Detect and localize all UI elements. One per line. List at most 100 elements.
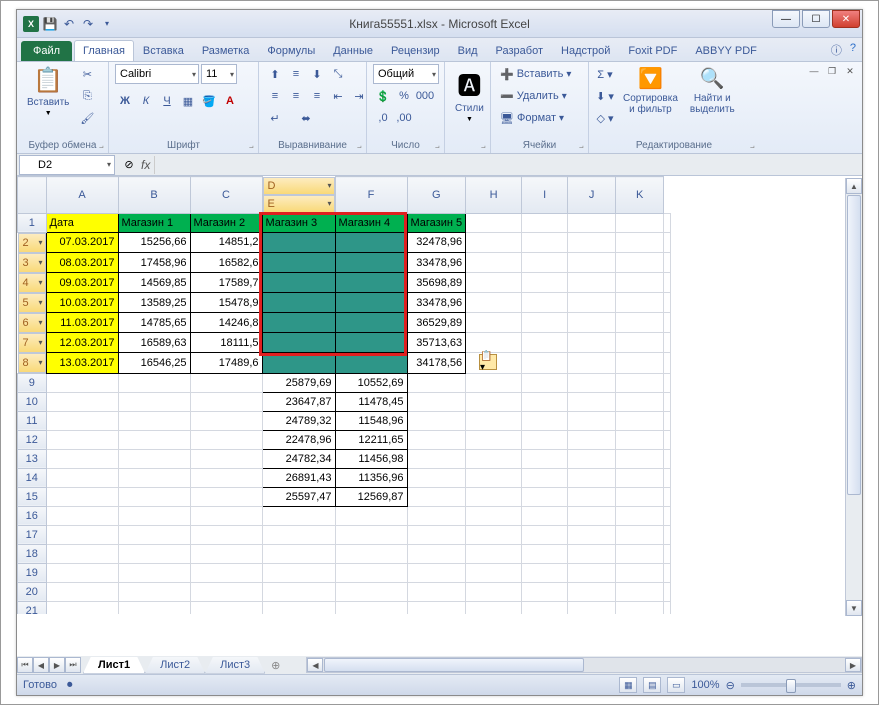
orientation-icon[interactable]: ⤡ bbox=[328, 64, 348, 84]
cell-G6[interactable] bbox=[466, 313, 522, 333]
cell-A7[interactable]: 12.03.2017 bbox=[46, 333, 118, 353]
help-icon[interactable]: ? bbox=[850, 42, 856, 58]
cell-A5[interactable]: 10.03.2017 bbox=[46, 293, 118, 313]
cell-I13[interactable] bbox=[568, 449, 616, 468]
ribbon-tab-8[interactable]: Надстрой bbox=[552, 40, 619, 61]
formula-input[interactable] bbox=[154, 156, 161, 174]
select-all-corner[interactable] bbox=[18, 177, 47, 214]
cell-A2[interactable]: 07.03.2017 bbox=[46, 232, 118, 253]
sheet-nav-first-icon[interactable]: ⏮ bbox=[17, 657, 33, 673]
fx-icon[interactable]: fx bbox=[141, 158, 150, 172]
row-header-15[interactable]: 15 bbox=[18, 487, 47, 506]
cell-B2[interactable]: 15256,66 bbox=[118, 232, 190, 253]
cell-D13[interactable]: 24782,34 bbox=[262, 449, 335, 468]
cell-D4[interactable] bbox=[262, 273, 335, 293]
row-header-21[interactable]: 21 bbox=[18, 601, 47, 614]
cell-E9[interactable]: 10552,69 bbox=[335, 373, 407, 392]
cell-I15[interactable] bbox=[568, 487, 616, 506]
cell-D5[interactable] bbox=[262, 293, 335, 313]
cell-K11[interactable] bbox=[664, 411, 671, 430]
cell-F6[interactable]: 36529,89 bbox=[407, 313, 466, 333]
cell-D21[interactable] bbox=[262, 601, 335, 614]
cell-K17[interactable] bbox=[664, 525, 671, 544]
cell-I17[interactable] bbox=[568, 525, 616, 544]
cell-F20[interactable] bbox=[407, 582, 466, 601]
cell-A14[interactable] bbox=[46, 468, 118, 487]
align-left-icon[interactable]: ≡ bbox=[265, 86, 285, 106]
cell-E11[interactable]: 11548,96 bbox=[335, 411, 407, 430]
row-header-8[interactable]: 8 bbox=[18, 353, 46, 373]
row-header-4[interactable]: 4 bbox=[18, 273, 46, 293]
sheet-nav-prev-icon[interactable]: ◀ bbox=[33, 657, 49, 673]
minimize-button[interactable]: — bbox=[772, 10, 800, 28]
ribbon-tab-9[interactable]: Foxit PDF bbox=[619, 40, 686, 61]
sheet-tab-0[interactable]: Лист1 bbox=[83, 657, 145, 674]
cell-F3[interactable]: 33478,96 bbox=[407, 253, 466, 273]
cell-C17[interactable] bbox=[190, 525, 262, 544]
format-cells-button[interactable]: 🖥Формат ▾ bbox=[497, 108, 582, 128]
cell-G2[interactable] bbox=[466, 232, 522, 253]
cell-G3[interactable] bbox=[466, 253, 522, 273]
cell-D9[interactable]: 25879,69 bbox=[262, 373, 335, 392]
cell-D14[interactable]: 26891,43 bbox=[262, 468, 335, 487]
doc-minimize-icon[interactable]: — bbox=[806, 64, 822, 78]
cell-B14[interactable] bbox=[118, 468, 190, 487]
cell-I14[interactable] bbox=[568, 468, 616, 487]
cell-H17[interactable] bbox=[522, 525, 568, 544]
row-header-14[interactable]: 14 bbox=[18, 468, 47, 487]
cell-H6[interactable] bbox=[522, 313, 568, 333]
row-header-1[interactable]: 1 bbox=[18, 213, 47, 232]
qat-more-icon[interactable]: ▾ bbox=[99, 16, 115, 32]
cell-J2[interactable] bbox=[616, 232, 664, 253]
close-button[interactable]: ✕ bbox=[832, 10, 860, 28]
cell-F11[interactable] bbox=[407, 411, 466, 430]
cell-D16[interactable] bbox=[262, 506, 335, 525]
cell-F1[interactable]: Магазин 5 bbox=[407, 213, 466, 232]
italic-button[interactable]: К bbox=[136, 91, 156, 111]
cell-H9[interactable] bbox=[522, 373, 568, 392]
cell-B12[interactable] bbox=[118, 430, 190, 449]
merge-icon[interactable]: ⬌ bbox=[286, 108, 326, 128]
cell-B10[interactable] bbox=[118, 392, 190, 411]
cell-K9[interactable] bbox=[664, 373, 671, 392]
delete-cells-button[interactable]: ➖Удалить ▾ bbox=[497, 86, 582, 106]
cell-A13[interactable] bbox=[46, 449, 118, 468]
cell-E13[interactable]: 11456,98 bbox=[335, 449, 407, 468]
cell-E14[interactable]: 11356,96 bbox=[335, 468, 407, 487]
cell-G12[interactable] bbox=[466, 430, 522, 449]
cell-J19[interactable] bbox=[616, 563, 664, 582]
file-tab[interactable]: Файл bbox=[21, 41, 72, 61]
cell-I18[interactable] bbox=[568, 544, 616, 563]
cell-F12[interactable] bbox=[407, 430, 466, 449]
cell-H2[interactable] bbox=[522, 232, 568, 253]
page-layout-view-icon[interactable]: ▤ bbox=[643, 677, 661, 693]
align-right-icon[interactable]: ≡ bbox=[307, 86, 327, 106]
page-break-view-icon[interactable]: ▭ bbox=[667, 677, 685, 693]
percent-icon[interactable]: % bbox=[394, 86, 414, 106]
cell-F13[interactable] bbox=[407, 449, 466, 468]
cell-C2[interactable]: 14851,2 bbox=[190, 232, 262, 253]
cell-K1[interactable] bbox=[664, 213, 671, 232]
cell-E19[interactable] bbox=[335, 563, 407, 582]
number-format-select[interactable]: Общий bbox=[373, 64, 439, 84]
wrap-text-icon[interactable]: ↵ bbox=[265, 108, 285, 128]
scroll-left-icon[interactable]: ◀ bbox=[307, 658, 323, 672]
align-top-icon[interactable]: ⬆ bbox=[265, 64, 285, 84]
cell-B17[interactable] bbox=[118, 525, 190, 544]
cell-F17[interactable] bbox=[407, 525, 466, 544]
insert-cells-button[interactable]: ➕Вставить ▾ bbox=[497, 64, 582, 84]
cell-E20[interactable] bbox=[335, 582, 407, 601]
cell-F8[interactable]: 34178,56 bbox=[407, 353, 466, 374]
cell-K21[interactable] bbox=[664, 601, 671, 614]
cell-A11[interactable] bbox=[46, 411, 118, 430]
ribbon-tab-7[interactable]: Разработ bbox=[487, 40, 552, 61]
cell-B13[interactable] bbox=[118, 449, 190, 468]
cell-E8[interactable] bbox=[335, 353, 407, 374]
maximize-button[interactable]: ☐ bbox=[802, 10, 830, 28]
cell-H8[interactable] bbox=[522, 353, 568, 374]
font-name-select[interactable]: Calibri bbox=[115, 64, 199, 84]
font-color-button[interactable]: А bbox=[220, 91, 240, 111]
scroll-up-icon[interactable]: ▲ bbox=[846, 178, 862, 194]
fill-icon[interactable]: ⬇ ▾ bbox=[595, 86, 615, 106]
cell-G14[interactable] bbox=[466, 468, 522, 487]
